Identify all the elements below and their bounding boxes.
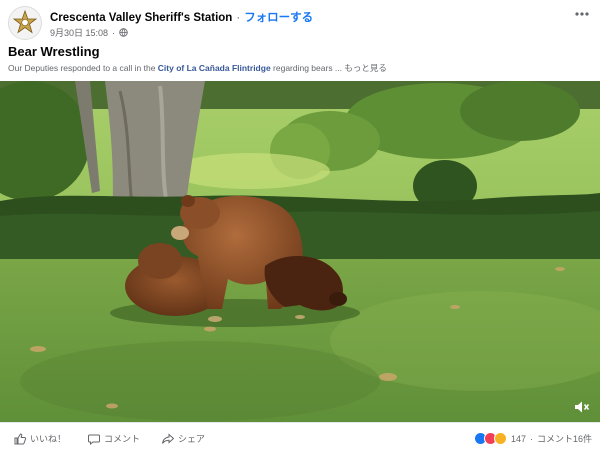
description-text-after: regarding bears ... (270, 63, 343, 73)
reaction-count: 147 (510, 433, 526, 444)
see-more-link[interactable]: もっと見る (344, 63, 387, 73)
follow-button[interactable]: フォローする (244, 12, 313, 24)
description-text-before: Our Deputies responded to a call in the (8, 63, 158, 73)
reaction-icons (473, 432, 507, 445)
separator: · (236, 12, 241, 24)
post-title: Bear Wrestling (8, 44, 100, 59)
footer-separator: · (529, 433, 533, 444)
page-name-line: Crescenta Valley Sheriff's Station · フォローす… (50, 9, 313, 25)
meta-separator: · (112, 27, 116, 38)
page-name[interactable]: Crescenta Valley Sheriff's Station (50, 12, 232, 24)
globe-icon (119, 28, 128, 37)
more-horizontal-icon (575, 12, 589, 16)
like-label: いいね！ (30, 434, 67, 444)
sheriff-star-icon (12, 10, 38, 34)
more-options-button[interactable] (574, 4, 590, 22)
post-description: Our Deputies responded to a call in the … (8, 62, 387, 74)
video-frame-bears (0, 81, 600, 422)
comment-label: コメント (104, 434, 141, 444)
video-player[interactable] (0, 81, 600, 422)
thumbs-up-icon (14, 432, 26, 444)
reaction-summary[interactable]: 147 · コメント16件 (473, 432, 592, 445)
share-icon (162, 432, 174, 444)
location-link[interactable]: City of La Cañada Flintridge (158, 63, 271, 73)
mute-toggle-button[interactable] (574, 400, 590, 414)
comment-count[interactable]: コメント16件 (537, 432, 592, 445)
post-meta: 9月30日 15:08 · (50, 26, 128, 39)
share-label: シェア (178, 434, 206, 444)
speaker-muted-icon (575, 401, 590, 413)
page-avatar[interactable] (8, 6, 42, 40)
comment-icon (88, 434, 100, 445)
comment-button[interactable]: コメント (88, 432, 140, 445)
post-header: Crescenta Valley Sheriff's Station · フォローす… (0, 0, 600, 80)
share-button[interactable]: シェア (162, 432, 205, 445)
post-footer: いいね！ コメント シェア 147 · コメント16件 (0, 422, 600, 457)
like-button[interactable]: いいね！ (14, 432, 66, 445)
wow-reaction-icon (493, 432, 507, 445)
post-date[interactable]: 9月30日 15:08 (50, 26, 108, 39)
